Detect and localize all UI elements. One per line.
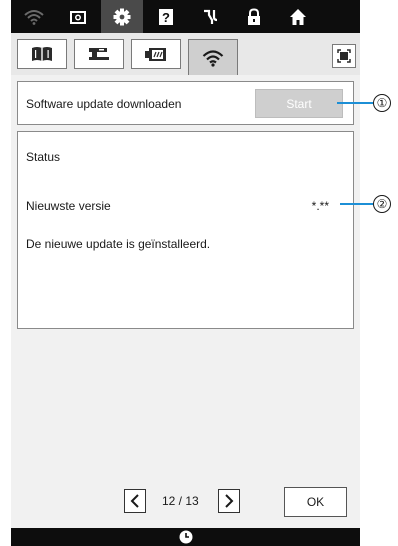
bottom-status-bar xyxy=(11,528,360,546)
version-label: Nieuwste versie xyxy=(26,199,111,213)
callout-line-2 xyxy=(340,203,373,205)
clock-icon xyxy=(179,530,192,544)
status-title: Status xyxy=(26,150,61,164)
settings-tab-row xyxy=(11,33,360,75)
settings-screen: ? Software update downloaden Start Statu… xyxy=(11,0,360,546)
software-update-label: Software update downloaden xyxy=(26,97,182,111)
home-icon xyxy=(290,8,306,25)
wifi-status-button[interactable] xyxy=(13,0,55,33)
next-page-button[interactable] xyxy=(218,489,240,513)
chevron-right-icon xyxy=(225,494,234,508)
ok-button[interactable]: OK xyxy=(284,487,347,517)
thread-icon xyxy=(204,9,218,24)
help-button[interactable]: ? xyxy=(145,0,187,33)
top-icon-bar: ? xyxy=(11,0,360,33)
wifi-icon xyxy=(24,9,44,25)
previous-page-button[interactable] xyxy=(124,489,146,513)
home-button[interactable] xyxy=(277,0,319,33)
thread-button[interactable] xyxy=(189,0,231,33)
status-panel: Status Nieuwste versie *.** De nieuwe up… xyxy=(17,131,354,329)
callout-line-1 xyxy=(337,102,373,104)
start-button[interactable]: Start xyxy=(255,89,343,118)
callout-marker-2: ② xyxy=(373,195,391,213)
software-update-panel: Software update downloaden Start xyxy=(17,81,354,125)
lock-button[interactable] xyxy=(233,0,275,33)
svg-text:?: ? xyxy=(162,10,170,25)
camera-button[interactable] xyxy=(57,0,99,33)
tab-machine[interactable] xyxy=(74,39,124,69)
fullscreen-icon xyxy=(337,49,351,63)
tab-sewing-guide[interactable] xyxy=(17,39,67,69)
fullscreen-button[interactable] xyxy=(332,44,356,68)
page-indicator: 12 / 13 xyxy=(162,494,199,508)
embroidery-unit-icon xyxy=(145,48,166,61)
lock-icon xyxy=(248,7,260,25)
book-icon xyxy=(32,47,52,61)
gear-icon xyxy=(113,8,131,25)
wifi-icon xyxy=(202,49,224,67)
callout-marker-1: ① xyxy=(373,94,391,112)
tab-wifi[interactable] xyxy=(188,39,238,75)
version-value: *.** xyxy=(311,199,329,213)
sewing-machine-icon xyxy=(89,48,109,60)
chevron-left-icon xyxy=(130,494,139,508)
settings-button[interactable] xyxy=(101,0,143,33)
status-message: De nieuwe update is geïnstalleerd. xyxy=(26,237,211,251)
help-icon: ? xyxy=(159,8,173,25)
camera-icon xyxy=(70,10,86,24)
tab-embroidery[interactable] xyxy=(131,39,181,69)
